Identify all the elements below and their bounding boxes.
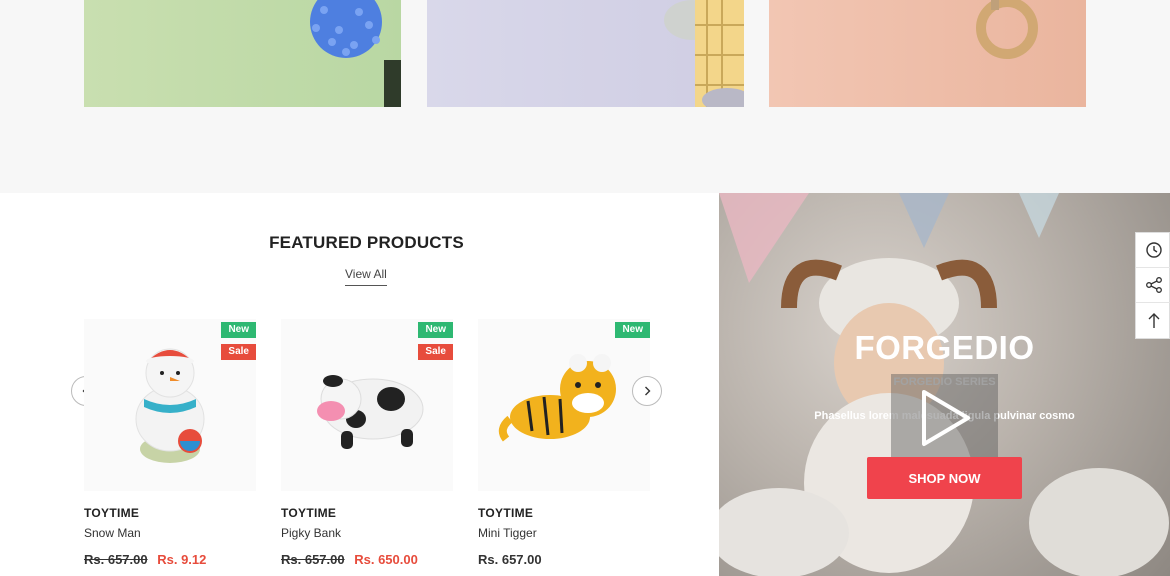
shop-now-button[interactable]: SHOP NOW [867, 457, 1022, 499]
promo-banner: FORGEDIO FORGEDIO SERIES Phasellus lorem… [719, 193, 1170, 576]
carousel-next-button[interactable] [632, 376, 662, 406]
arrow-up-icon [1148, 312, 1159, 328]
product-sale-price: Rs. 9.12 [157, 552, 207, 567]
new-badge: New [221, 322, 256, 338]
category-banner-lilac[interactable] [427, 0, 744, 107]
product-regular-price: Rs. 657.00 [478, 552, 542, 567]
view-all-link[interactable]: View All [345, 267, 387, 286]
chevron-right-icon [645, 386, 651, 396]
product-image[interactable]: New Sale [84, 319, 256, 491]
recently-viewed-button[interactable] [1136, 233, 1170, 268]
wooden-ring-image [976, 0, 1038, 59]
product-name[interactable]: Pigky Bank [281, 526, 453, 540]
play-icon [921, 389, 970, 446]
category-banner-peach[interactable] [769, 0, 1086, 107]
promo-title: FORGEDIO [854, 329, 1035, 366]
product-image[interactable]: New [478, 319, 650, 491]
side-toolbar [1135, 232, 1170, 339]
play-video-button[interactable] [891, 374, 998, 461]
product-price: Rs. 657.00 Rs. 650.00 [281, 552, 453, 567]
product-old-price: Rs. 657.00 [281, 552, 345, 567]
tiger-plush-image [498, 354, 616, 442]
product-card[interactable]: New TOYTIME Mini Tigger Rs. 657.00 [478, 319, 650, 567]
product-name[interactable]: Mini Tigger [478, 526, 650, 540]
featured-products-section: FEATURED PRODUCTS View All New Sale TOYT… [0, 193, 719, 576]
product-card[interactable]: New Sale TOYTIME Pigky Bank Rs. 657.00 R… [281, 319, 453, 567]
share-icon [1145, 277, 1162, 293]
product-price: Rs. 657.00 [478, 552, 650, 567]
product-vendor[interactable]: TOYTIME [84, 506, 256, 520]
product-price: Rs. 657.00 Rs. 9.12 [84, 552, 256, 567]
product-sale-price: Rs. 650.00 [354, 552, 418, 567]
history-icon [1145, 242, 1162, 258]
product-vendor[interactable]: TOYTIME [281, 506, 453, 520]
category-banner-green[interactable] [84, 0, 401, 107]
baby-shoes-image [664, 0, 744, 107]
sale-badge: Sale [418, 344, 453, 360]
product-card[interactable]: New Sale TOYTIME Snow Man Rs. 657.00 Rs.… [84, 319, 256, 567]
share-button[interactable] [1136, 268, 1170, 303]
sale-badge: Sale [221, 344, 256, 360]
back-to-top-button[interactable] [1136, 303, 1170, 338]
product-vendor[interactable]: TOYTIME [478, 506, 650, 520]
spiky-ball-image [310, 0, 401, 107]
new-badge: New [615, 322, 650, 338]
new-badge: New [418, 322, 453, 338]
product-name[interactable]: Snow Man [84, 526, 256, 540]
product-image[interactable]: New Sale [281, 319, 453, 491]
product-old-price: Rs. 657.00 [84, 552, 148, 567]
section-title: FEATURED PRODUCTS [269, 233, 464, 252]
category-banners [0, 0, 1170, 193]
